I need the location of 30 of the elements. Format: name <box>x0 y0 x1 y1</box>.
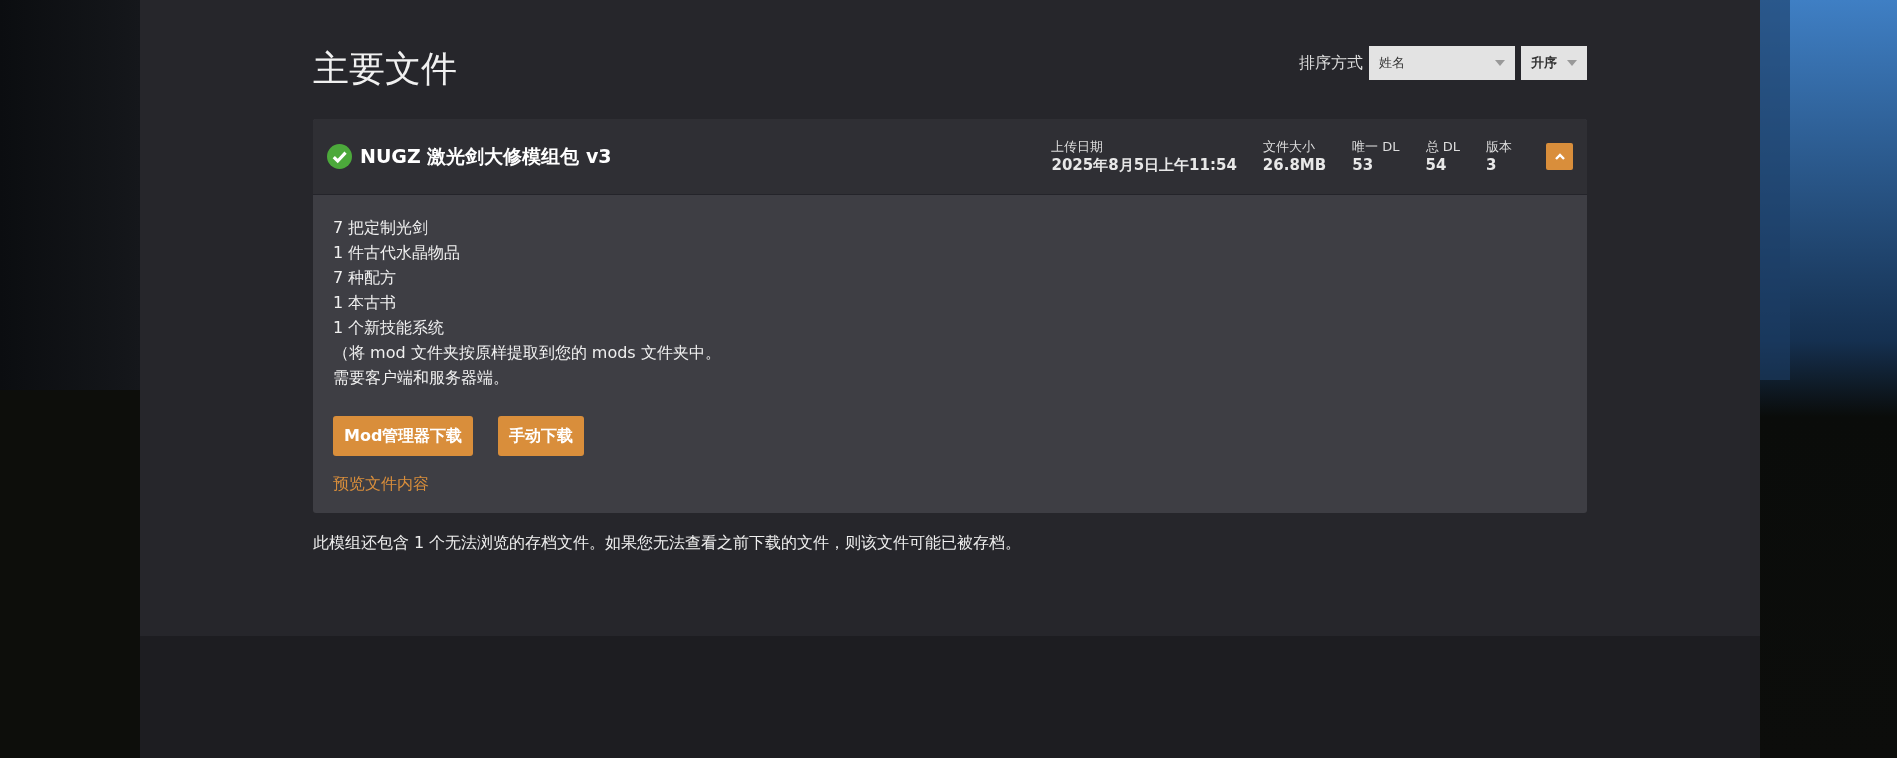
description-line: 7 种配方 <box>333 267 398 289</box>
description-line: （将 mod 文件夹按原样提取到您的 mods 文件夹中。 <box>333 342 722 364</box>
stat-label: 总 DL <box>1425 138 1460 156</box>
file-name: NUGZ 激光剑大修模组包 v3 <box>360 143 613 169</box>
download-button[interactable]: 手动下载 <box>498 416 585 456</box>
sort-label: 排序方式 <box>1299 52 1363 74</box>
description-line: 1 个新技能系统 <box>333 317 446 339</box>
check-icon <box>327 144 352 169</box>
caret-icon <box>1567 60 1577 66</box>
download-button[interactable]: Mod管理器下载 <box>333 416 474 456</box>
archive-note: 此模组还包含 1 个无法浏览的存档文件。如果您无法查看之前下载的文件，则该文件可能已被存档。 <box>313 533 1023 554</box>
stat-value: 26.8MB <box>1262 156 1327 174</box>
description-line: 1 件古代水晶物品 <box>333 242 462 264</box>
description-line: 1 本古书 <box>333 292 398 314</box>
stat-label: 版本 <box>1486 138 1512 156</box>
stat-label: 文件大小 <box>1262 138 1316 156</box>
stat-value: 3 <box>1486 156 1498 174</box>
caret-icon <box>1495 60 1505 66</box>
toggle-button[interactable] <box>1546 143 1573 170</box>
section-title: 主要文件 <box>313 47 457 91</box>
preview-link[interactable]: 预览文件内容 <box>333 474 429 495</box>
stat-value: 53 <box>1352 156 1375 174</box>
stat-label: 唯一 DL <box>1352 138 1400 156</box>
stat-label: 上传日期 <box>1051 138 1105 156</box>
description-line: 需要客户端和服务器端。 <box>333 367 510 389</box>
sort-field-dropdown[interactable]: 姓名 <box>1369 46 1515 80</box>
stat-value: 54 <box>1425 156 1448 174</box>
sort-order-dropdown[interactable]: 升序 <box>1521 46 1587 80</box>
description-line: 7 把定制光剑 <box>333 217 430 239</box>
stat-value: 2025年8月5日上午11:54 <box>1051 156 1237 175</box>
